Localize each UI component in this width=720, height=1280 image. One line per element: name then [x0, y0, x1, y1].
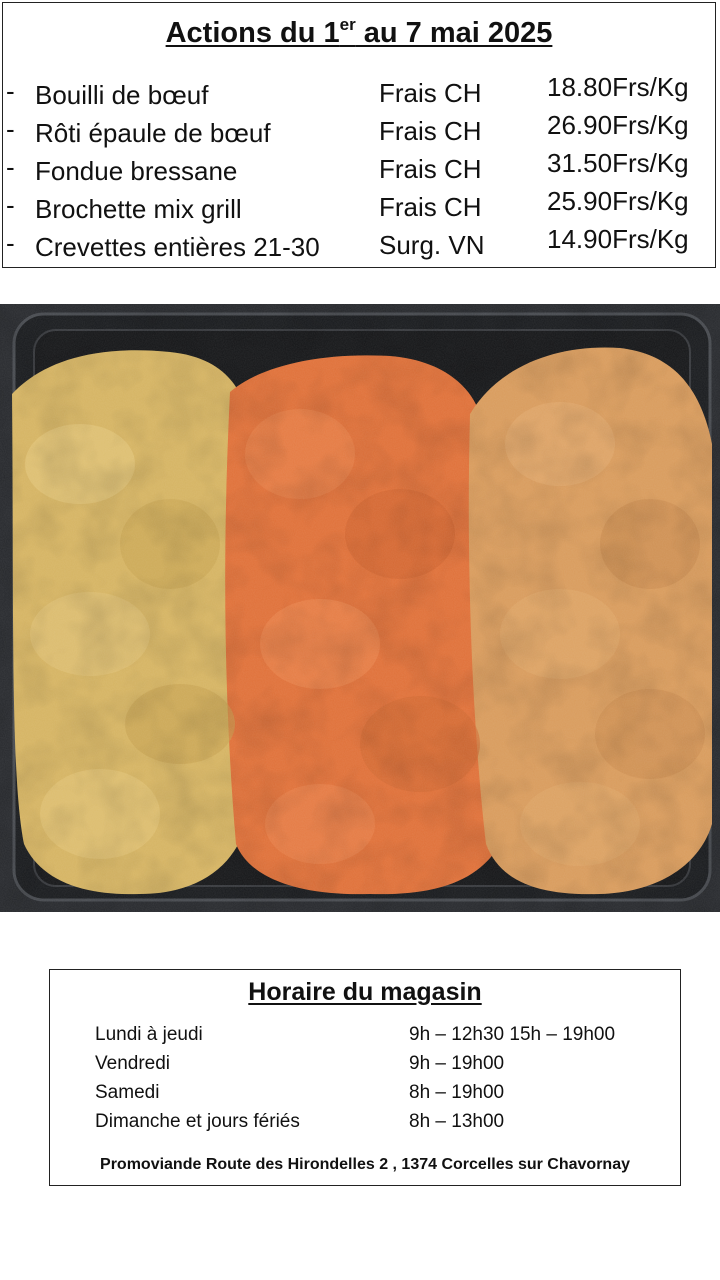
product-origin: Frais CH: [379, 116, 482, 146]
product-name: Fondue bressane: [35, 156, 238, 186]
product-name: Bouilli de bœuf: [35, 80, 209, 110]
product-origin: Frais CH: [379, 154, 482, 184]
hours-day: Samedi: [95, 1082, 160, 1103]
promotions-box: Actions du 1er au 7 mai 2025 - Bouilli d…: [2, 2, 716, 268]
hours-day: Vendredi: [95, 1053, 171, 1074]
list-dash: -: [6, 190, 15, 220]
product-price: 14.90Frs/Kg: [547, 224, 689, 254]
promotions-title: Actions du 1er au 7 mai 2025: [3, 15, 715, 51]
product-price: 25.90Frs/Kg: [547, 186, 689, 216]
title-suffix: au 7 mai 2025: [355, 17, 553, 49]
product-name: Rôti épaule de bœuf: [35, 118, 271, 148]
promo-row: - Fondue bressane Frais CH 31.50Frs/Kg: [3, 148, 717, 190]
title-prefix: Actions du 1: [165, 17, 340, 49]
hours-row: Vendredi 9h – 19h00: [50, 1053, 680, 1081]
hours-row: Samedi 8h – 19h00: [50, 1082, 680, 1110]
breading-texture: [0, 304, 720, 912]
product-origin: Surg. VN: [379, 230, 485, 260]
promo-row: - Crevettes entières 21-30 Surg. VN 14.9…: [3, 224, 717, 266]
store-hours-box: Horaire du magasin Lundi à jeudi 9h – 12…: [49, 969, 681, 1186]
product-name: Brochette mix grill: [35, 194, 242, 224]
hours-time: 9h – 12h30 15h – 19h00: [409, 1024, 616, 1045]
list-dash: -: [6, 76, 15, 106]
product-name: Crevettes entières 21-30: [35, 232, 320, 262]
hours-row: Dimanche et jours fériés 8h – 13h00: [50, 1111, 680, 1139]
list-dash: -: [6, 228, 15, 258]
hours-time: 8h – 19h00: [409, 1082, 505, 1103]
breaded-meat-tray-image: [0, 304, 720, 912]
promo-row: - Rôti épaule de bœuf Frais CH 26.90Frs/…: [3, 110, 717, 152]
product-origin: Frais CH: [379, 192, 482, 222]
product-price: 26.90Frs/Kg: [547, 110, 689, 140]
hours-day: Dimanche et jours fériés: [95, 1111, 300, 1132]
promo-row: - Brochette mix grill Frais CH 25.90Frs/…: [3, 186, 717, 228]
hours-row: Lundi à jeudi 9h – 12h30 15h – 19h00: [50, 1024, 680, 1052]
product-price: 18.80Frs/Kg: [547, 72, 689, 102]
list-dash: -: [6, 114, 15, 144]
product-origin: Frais CH: [379, 78, 482, 108]
hours-day: Lundi à jeudi: [95, 1024, 203, 1045]
hours-time: 9h – 19h00: [409, 1053, 505, 1074]
promo-row: - Bouilli de bœuf Frais CH 18.80Frs/Kg: [3, 72, 717, 114]
store-hours-title: Horaire du magasin: [248, 978, 482, 1006]
title-superscript: er: [339, 15, 356, 34]
list-dash: -: [6, 152, 15, 182]
product-photo: [0, 304, 720, 912]
hours-time: 8h – 13h00: [409, 1111, 505, 1132]
product-price: 31.50Frs/Kg: [547, 148, 689, 178]
store-address: Promoviande Route des Hirondelles 2 , 13…: [100, 1156, 630, 1173]
